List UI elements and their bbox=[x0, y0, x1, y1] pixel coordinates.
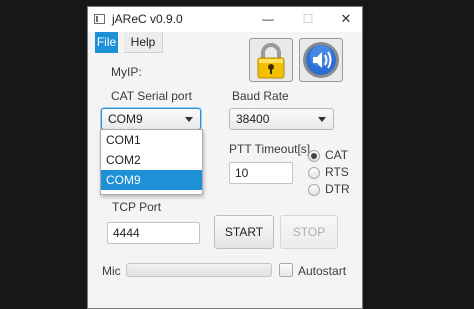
ptt-timeout-input[interactable] bbox=[229, 162, 293, 184]
dropdown-option-com2[interactable]: COM2 bbox=[101, 150, 202, 170]
minimize-button[interactable]: — bbox=[258, 10, 278, 28]
window-title: jAReC v0.9.0 bbox=[112, 12, 183, 26]
dropdown-option-com9[interactable]: COM9 bbox=[101, 170, 202, 190]
dropdown-option-com1[interactable]: COM1 bbox=[101, 130, 202, 150]
baud-rate-select[interactable]: 38400 bbox=[229, 108, 334, 130]
ptt-mode-rts-label: RTS bbox=[325, 165, 349, 179]
app-icon bbox=[94, 14, 105, 24]
chevron-down-icon bbox=[318, 117, 326, 122]
autostart-label: Autostart bbox=[298, 264, 347, 278]
menu-file[interactable]: File bbox=[95, 32, 118, 53]
tcp-port-input[interactable] bbox=[107, 222, 200, 244]
ptt-mode-cat-label: CAT bbox=[325, 148, 349, 162]
maximize-button[interactable]: ☐ bbox=[298, 10, 318, 28]
cat-serial-port-label: CAT Serial port bbox=[111, 89, 192, 103]
radio-unchecked-icon bbox=[308, 184, 320, 196]
mic-level-meter bbox=[126, 263, 272, 277]
baud-rate-value: 38400 bbox=[236, 112, 270, 126]
lock-button[interactable] bbox=[249, 38, 293, 82]
app-window: jAReC v0.9.0 — ☐ ✕ File Help MyIP: CAT S… bbox=[87, 6, 363, 309]
myip-label: MyIP: bbox=[111, 65, 142, 79]
baud-rate-label: Baud Rate bbox=[232, 89, 289, 103]
padlock-icon bbox=[257, 43, 285, 79]
radio-unchecked-icon bbox=[308, 167, 320, 179]
speaker-icon bbox=[303, 42, 339, 78]
ptt-timeout-label: PTT Timeout[s] bbox=[229, 142, 311, 156]
radio-checked-icon bbox=[308, 150, 320, 162]
autostart-checkbox[interactable] bbox=[279, 263, 293, 277]
chevron-down-icon bbox=[185, 117, 193, 122]
cat-serial-port-dropdown: COM1 COM2 COM9 bbox=[100, 129, 203, 195]
cat-serial-port-select[interactable]: COM9 bbox=[101, 108, 201, 130]
ptt-mode-dtr-label: DTR bbox=[325, 182, 350, 196]
stop-button[interactable]: STOP bbox=[280, 215, 338, 249]
cat-serial-port-value: COM9 bbox=[108, 112, 143, 126]
close-button[interactable]: ✕ bbox=[336, 10, 356, 28]
title-bar: jAReC v0.9.0 — ☐ ✕ bbox=[88, 7, 362, 32]
mic-label: Mic bbox=[102, 264, 121, 278]
tcp-port-label: TCP Port bbox=[112, 200, 162, 214]
speaker-button[interactable] bbox=[299, 38, 343, 82]
start-button[interactable]: START bbox=[214, 215, 274, 249]
menu-help[interactable]: Help bbox=[124, 32, 163, 53]
